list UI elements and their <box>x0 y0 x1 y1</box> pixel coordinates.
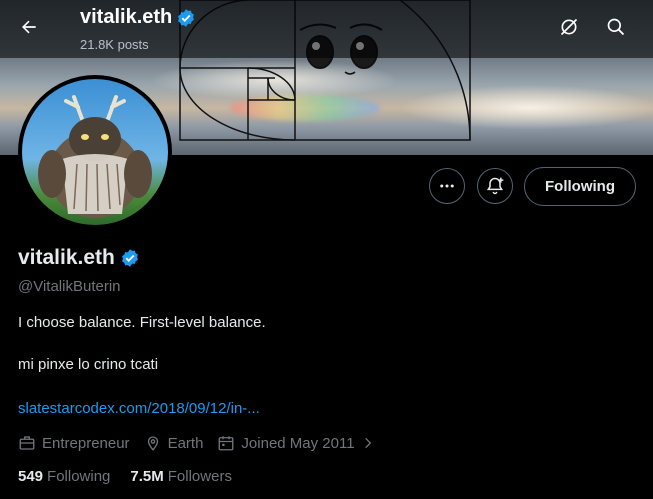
search-icon <box>607 18 625 36</box>
search-button[interactable] <box>599 10 633 44</box>
grok-button[interactable] <box>552 10 586 44</box>
followers-label[interactable]: Followers <box>168 468 232 485</box>
header-title: vitalik.eth <box>80 6 196 29</box>
arrow-left-icon <box>22 20 36 34</box>
verified-badge-icon[interactable] <box>120 248 140 268</box>
more-options-button[interactable] <box>429 168 465 204</box>
location-pin-icon <box>147 436 158 451</box>
following-count[interactable]: 549 <box>18 468 43 485</box>
more-icon <box>440 184 454 188</box>
briefcase-icon <box>19 436 35 450</box>
location-item: Earth <box>144 434 204 452</box>
profile-name-text: vitalik.eth <box>18 246 115 269</box>
posts-count: 21.8K posts <box>80 37 149 52</box>
profession-text: Entrepreneur <box>42 434 130 452</box>
profession-item: Entrepreneur <box>18 434 130 452</box>
avatar[interactable] <box>18 75 172 229</box>
follow-stats: 549 Following 7.5M Followers <box>18 468 252 485</box>
location-text: Earth <box>167 434 204 452</box>
bio-line-2: mi pinxe lo crino tcati <box>18 356 159 373</box>
bio-line-1: I choose balance. First-level balance. <box>18 314 266 331</box>
chevron-right-icon <box>364 437 371 449</box>
profile-header-bar: vitalik.eth 21.8K posts <box>0 0 653 58</box>
following-button[interactable]: Following <box>524 167 636 206</box>
following-label[interactable]: Following <box>47 468 110 485</box>
avatar-image <box>22 79 168 225</box>
joined-text: Joined May 2011 <box>241 434 355 452</box>
profile-meta: Entrepreneur Earth Joined May 2011 <box>18 433 395 453</box>
bell-plus-icon <box>486 177 504 195</box>
joined-item[interactable]: Joined May 2011 <box>217 434 380 452</box>
back-button[interactable] <box>12 10 46 44</box>
verified-badge-icon <box>178 8 195 27</box>
notifications-button[interactable] <box>477 168 513 204</box>
profile-handle: @VitalikButerin <box>18 278 121 295</box>
header-name-text: vitalik.eth <box>80 6 173 28</box>
calendar-icon <box>218 436 234 451</box>
profile-name: vitalik.eth <box>18 246 140 270</box>
followers-count[interactable]: 7.5M <box>130 468 163 485</box>
grok-icon <box>560 18 578 36</box>
profile-link[interactable]: slatestarcodex.com/2018/09/12/in-... <box>18 400 260 417</box>
